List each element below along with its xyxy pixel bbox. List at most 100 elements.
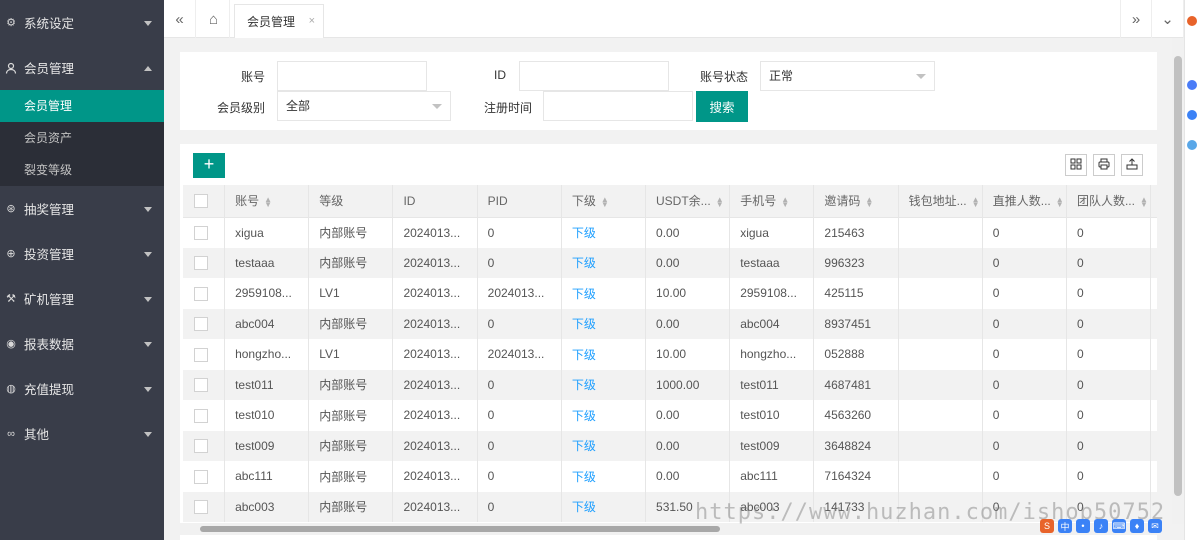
sidebar-item-recharge[interactable]: ◍ 充值提现 [0,366,164,411]
column-header[interactable]: 下级 ▲ ▼ [561,185,647,218]
add-button[interactable]: + [193,153,225,178]
extension-icon[interactable] [1187,110,1197,120]
row-checkbox-cell[interactable] [183,217,226,248]
extension-icon[interactable] [1187,80,1197,90]
chevron-down-icon [144,431,152,437]
ime-mic-icon: ♪ [1094,519,1108,533]
checkbox[interactable] [194,500,208,515]
checkbox[interactable] [194,194,208,209]
row-checkbox-cell[interactable] [183,461,226,492]
sidebar-item-miner[interactable]: ⚒ 矿机管理 [0,276,164,321]
row-checkbox-cell[interactable] [183,308,226,339]
table-cell: 2024013... [392,400,478,431]
level-select[interactable]: 全部 [277,91,451,121]
subordinates-link[interactable]: 下级 [561,461,647,492]
row-checkbox-cell[interactable] [183,400,226,431]
row-checkbox-cell[interactable] [183,369,226,400]
columns-filter-button[interactable] [1065,154,1087,176]
id-label: ID [494,68,506,82]
checkbox[interactable] [194,378,208,393]
sort-icon[interactable]: ▲ ▼ [716,196,724,209]
checkbox[interactable] [194,347,208,362]
checkbox[interactable] [194,286,208,301]
sort-icon[interactable]: ▲ ▼ [601,196,609,209]
subordinates-link[interactable]: 下级 [561,491,647,522]
table-header-row: 账号 ▲ ▼ 等级 ID PID 下级 ▲ ▼ USDT余... ▲ ▼ 手机号 ▲ ▼ 邀请码 ▲ ▼ 钱包地址.… [183,185,1157,218]
account-input[interactable] [277,61,427,91]
tab-member-manage[interactable]: 会员管理 × [234,4,324,38]
tabs-menu-button[interactable]: ⌄ [1152,0,1184,38]
subordinates-link[interactable]: 下级 [561,217,647,248]
id-input[interactable] [519,61,669,91]
tabs-scroll-right-button[interactable]: » [1120,0,1152,38]
export-button[interactable] [1121,154,1143,176]
subordinates-link[interactable]: 下级 [561,247,647,278]
row-checkbox-cell[interactable] [183,339,226,370]
close-icon[interactable]: × [309,15,315,27]
sidebar-item-reports[interactable]: ◉ 报表数据 [0,321,164,366]
pickaxe-icon: ⚒ [6,293,16,305]
subnav-item-fission-level[interactable]: 裂变等级 [0,154,164,186]
subordinates-link[interactable]: 下级 [561,308,647,339]
row-checkbox-cell[interactable] [183,278,226,309]
table-cell: 0 [477,491,562,522]
sort-icon[interactable]: ▲ ▼ [972,196,980,209]
sort-icon[interactable]: ▲ ▼ [264,196,272,209]
scrollbar-thumb[interactable] [1174,56,1182,496]
column-header[interactable]: 团队人数... ▲ ▼ [1066,185,1152,218]
checkbox[interactable] [194,225,208,240]
row-checkbox-cell[interactable] [183,430,226,461]
subordinates-link[interactable]: 下级 [561,369,647,400]
table-cell: test010 [729,400,815,431]
row-checkbox-cell[interactable] [183,247,226,278]
sidebar-item-lottery[interactable]: ⊛ 抽奖管理 [0,186,164,231]
search-button[interactable]: 搜索 [696,91,748,122]
table-cell: testaaa [729,247,815,278]
checkbox[interactable] [194,439,208,454]
table-cell [1150,491,1157,522]
column-header[interactable]: USDT余... ▲ ▼ [645,185,731,218]
checkbox[interactable] [194,317,208,332]
subnav-item-member-assets[interactable]: 会员资产 [0,122,164,154]
sort-icon[interactable]: ▲ ▼ [781,196,789,209]
column-header[interactable]: 钱包地址... ▲ ▼ [898,185,983,218]
row-checkbox-cell[interactable] [183,491,226,522]
column-header[interactable]: 手机号 ▲ ▼ [729,185,815,218]
table-cell: Mozilla [1150,278,1157,309]
sidebar-item-other[interactable]: ∞ 其他 [0,411,164,456]
extension-icon[interactable] [1187,16,1197,26]
sidebar-item-investment[interactable]: ⊕ 投资管理 [0,231,164,276]
table-cell: abc003 [224,491,310,522]
horizontal-scrollbar[interactable] [180,523,1157,535]
checkbox[interactable] [194,408,208,423]
subordinates-link[interactable]: 下级 [561,278,647,309]
select-all-checkbox-cell[interactable] [183,185,226,218]
extension-icon[interactable] [1187,140,1197,150]
checkbox[interactable] [194,469,208,484]
subnav-item-member-manage[interactable]: 会员管理 [0,90,164,122]
column-header[interactable]: 直推人数... ▲ ▼ [982,185,1067,218]
status-select[interactable]: 正常 [760,61,935,91]
vertical-scrollbar[interactable] [1172,38,1184,524]
tabs-scroll-left-button[interactable]: « [164,0,196,38]
subordinates-link[interactable]: 下级 [561,430,647,461]
sort-icon[interactable]: ▲ ▼ [1140,196,1148,209]
gift-icon: ⊛ [6,203,16,215]
print-button[interactable] [1093,154,1115,176]
table-cell: 0.00 [645,461,731,492]
scrollbar-thumb[interactable] [200,526,720,532]
column-header[interactable]: 账号 ▲ ▼ [224,185,310,218]
table-cell: 内部账号 [308,461,394,492]
table-cell: test009 [729,430,815,461]
home-button[interactable]: ⌂ [198,0,230,38]
sort-icon[interactable]: ▲ ▼ [1056,196,1064,209]
subordinates-link[interactable]: 下级 [561,339,647,370]
subordinates-link[interactable]: 下级 [561,400,647,431]
sidebar-item-members[interactable]: 会员管理 [0,45,164,90]
checkbox[interactable] [194,256,208,271]
sidebar-item-system[interactable]: ⚙ 系统设定 [0,0,164,45]
table-cell: 2024013... [392,278,478,309]
regtime-input[interactable] [543,91,693,121]
column-header[interactable]: 邀请码 ▲ ▼ [813,185,899,218]
sort-icon[interactable]: ▲ ▼ [865,196,873,209]
